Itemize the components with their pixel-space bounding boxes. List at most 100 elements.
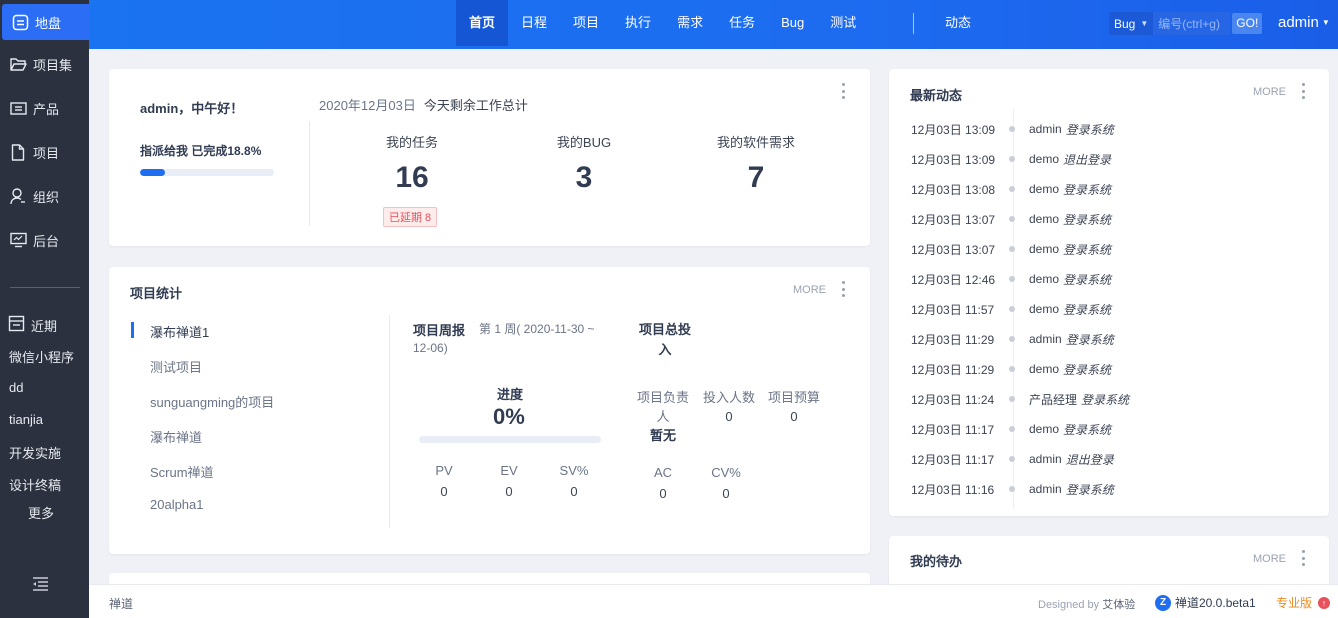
date-line: 2020年12月03日 今天剩余工作总计 (319, 95, 528, 114)
activity-action[interactable]: 登录系统 (1063, 241, 1111, 258)
metric-label: AC (653, 465, 673, 480)
sidebar-item-label: 项目集 (33, 57, 73, 73)
stat-my-stories[interactable]: 我的软件需求 7 (686, 132, 826, 195)
more-options-icon[interactable] (842, 83, 846, 99)
project-list-item[interactable]: 瀑布禅道 (150, 427, 202, 446)
search-go-button[interactable]: GO! (1232, 13, 1263, 34)
home-icon (11, 13, 29, 31)
timeline-dot (1009, 456, 1015, 462)
project-list-item[interactable]: 20alpha1 (150, 497, 204, 512)
stat-value: 7 (747, 161, 765, 194)
sidebar-more-link[interactable]: 更多 (28, 503, 54, 522)
designed-by-text: Designed by (1038, 599, 1100, 611)
activity-action[interactable]: 登录系统 (1063, 361, 1111, 378)
recent-item[interactable]: 开发实施 (9, 443, 61, 462)
activity-action[interactable]: 登录系统 (1063, 211, 1111, 228)
metric-label: PV (435, 463, 453, 478)
nav-story[interactable]: 需求 (664, 0, 716, 46)
more-options-icon[interactable] (1302, 83, 1306, 99)
progress-value: 0% (493, 404, 525, 429)
recent-item[interactable]: 设计终稿 (9, 475, 61, 494)
project-progress-bar (419, 436, 601, 443)
more-button[interactable]: MORE (1253, 86, 1286, 98)
metric-ev: EV 0 (479, 460, 539, 502)
divider (309, 121, 310, 226)
activity-action[interactable]: 退出登录 (1063, 151, 1111, 168)
collapse-menu-icon[interactable] (32, 576, 50, 592)
sidebar-item-organization[interactable]: 组织 (0, 176, 89, 216)
activity-action[interactable]: 登录系统 (1066, 481, 1114, 498)
activity-action[interactable]: 登录系统 (1066, 331, 1114, 348)
activity-action[interactable]: 登录系统 (1063, 181, 1111, 198)
more-options-icon[interactable] (1302, 550, 1306, 566)
sidebar-item-label: 组织 (33, 189, 60, 205)
nav-test[interactable]: 测试 (817, 0, 869, 46)
project-list-item[interactable]: 测试项目 (150, 357, 202, 376)
nav-home[interactable]: 首页 (456, 0, 509, 46)
user-menu[interactable]: admin ▼ (1278, 14, 1330, 31)
activity-row: 12月03日 11:16 admin 登录系统 (911, 479, 1311, 499)
invest-label: 投入人数 (702, 390, 755, 405)
recent-item[interactable]: tianjia (9, 412, 43, 427)
activity-row: 12月03日 11:17 admin 退出登录 (911, 449, 1311, 469)
activity-action[interactable]: 登录系统 (1063, 271, 1111, 288)
nav-project[interactable]: 项目 (560, 0, 612, 46)
sidebar: 地盘 项目集 产品 项目 组织 后台 近期 微信小程序 dd tianjia 开… (0, 0, 109, 618)
stat-label: 我的软件需求 (716, 135, 795, 150)
sidebar-item-product[interactable]: 产品 (0, 88, 89, 128)
designer-brand[interactable]: 艾体验 (1102, 599, 1135, 611)
search-type-select[interactable]: Bug ▼ (1109, 12, 1154, 35)
metric-value: 0 (722, 486, 730, 501)
recent-header: 近期 (8, 315, 57, 335)
recent-item[interactable]: dd (9, 380, 23, 395)
card-title: 最新动态 (910, 88, 963, 103)
recent-icon (8, 315, 25, 335)
footer-breadcrumb[interactable]: 禅道 (109, 595, 133, 612)
activity-action[interactable]: 登录系统 (1066, 121, 1114, 138)
more-options-icon[interactable] (842, 281, 846, 297)
timeline-dot (1009, 246, 1015, 252)
nav-dynamic[interactable]: 动态 (931, 0, 985, 46)
activity-user: demo (1029, 272, 1060, 286)
more-button[interactable]: MORE (793, 284, 826, 296)
timeline-dot (1009, 486, 1015, 492)
delayed-badge[interactable]: 已延期 8 (383, 207, 438, 227)
metric-value: 0 (659, 486, 667, 501)
activity-action[interactable]: 登录系统 (1063, 421, 1111, 438)
activity-time: 12月03日 11:17 (911, 452, 995, 467)
assigned-progress-text: 指派给我 已完成18.8% (140, 144, 262, 158)
activity-row: 12月03日 13:07 demo 登录系统 (911, 239, 1311, 259)
project-list-item[interactable]: sunguangming的项目 (150, 392, 274, 411)
activity-action[interactable]: 登录系统 (1063, 301, 1111, 318)
user-icon (9, 187, 27, 205)
invest-value: 0 (725, 409, 733, 424)
progress-label: 进度 (497, 387, 524, 402)
sidebar-item-program[interactable]: 项目集 (0, 44, 89, 84)
timeline-dot (1009, 156, 1015, 162)
stat-my-tasks[interactable]: 我的任务 16 (342, 132, 482, 195)
sidebar-item-admin[interactable]: 后台 (0, 220, 89, 260)
activity-time: 12月03日 13:07 (911, 242, 996, 257)
activity-action[interactable]: 登录系统 (1081, 391, 1129, 408)
search-input[interactable] (1153, 12, 1231, 35)
nav-task[interactable]: 任务 (716, 0, 768, 46)
activity-action[interactable]: 退出登录 (1066, 451, 1114, 468)
nav-calendar[interactable]: 日程 (508, 0, 560, 46)
footer-version[interactable]: Z 禅道20.0.beta1 (1155, 594, 1256, 611)
project-list-item[interactable]: 瀑布禅道1 (150, 322, 209, 341)
assigned-progress-bar (140, 169, 274, 176)
project-list-item[interactable]: Scrum禅道 (150, 462, 214, 481)
more-button[interactable]: MORE (1253, 553, 1286, 565)
activity-row: 12月03日 11:29 admin 登录系统 (911, 329, 1311, 349)
invest-value: 暂无 (649, 428, 676, 443)
stat-label: 我的BUG (556, 135, 612, 150)
sidebar-item-project[interactable]: 项目 (0, 132, 89, 172)
search-box: Bug ▼ GO! (1109, 12, 1263, 35)
recent-label: 近期 (31, 318, 58, 334)
activity-row: 12月03日 13:07 demo 登录系统 (911, 209, 1311, 229)
nav-bug[interactable]: Bug (768, 0, 817, 46)
footer-edition[interactable]: 专业版 ↑ (1276, 594, 1331, 611)
recent-item[interactable]: 微信小程序 (9, 347, 74, 366)
nav-execution[interactable]: 执行 (612, 0, 664, 46)
stat-my-bugs[interactable]: 我的BUG 3 (514, 132, 654, 195)
